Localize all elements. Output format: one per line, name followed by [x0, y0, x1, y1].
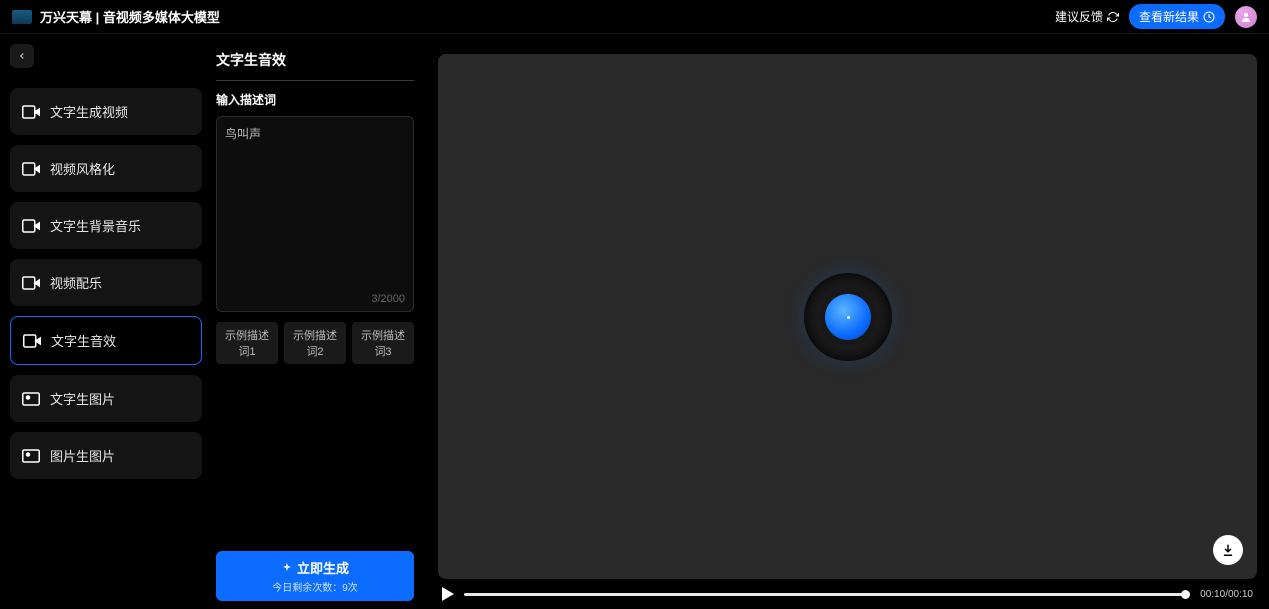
preview-area: 00:10/00:10 [418, 34, 1269, 609]
prompt-textarea-wrap: 3/2000 [216, 116, 414, 312]
person-icon [1240, 11, 1252, 23]
sidebar-item-label: 文字生音效 [51, 331, 116, 350]
sidebar-item-video-style[interactable]: 视频风格化 [10, 145, 202, 192]
generate-area: 立即生成 今日剩余次数：9次 [216, 551, 414, 601]
feedback-label: 建议反馈 [1055, 8, 1103, 25]
refresh-icon [1107, 11, 1119, 23]
sidebar-item-text-to-sfx[interactable]: 文字生音效 [10, 316, 202, 365]
speaker-core-icon [825, 294, 871, 340]
sidebar-item-video-soundtrack[interactable]: 视频配乐 [10, 259, 202, 306]
app-header: 万兴天幕 | 音视频多媒体大模型 建议反馈 查看新结果 [0, 0, 1269, 34]
time-display: 00:10/00:10 [1200, 589, 1253, 600]
play-button[interactable] [442, 587, 454, 601]
panel-title: 文字生音效 [212, 44, 418, 80]
download-button[interactable] [1213, 535, 1243, 565]
music-icon [22, 219, 40, 233]
header-left: 万兴天幕 | 音视频多媒体大模型 [12, 7, 220, 26]
sidebar-item-label: 视频配乐 [50, 273, 102, 292]
audio-visual-icon [804, 273, 892, 361]
main-area: 文字生成视频 视频风格化 文字生背景音乐 视频配乐 文字生音效 [0, 34, 1269, 609]
user-avatar[interactable] [1235, 6, 1257, 28]
sidebar-item-label: 视频风格化 [50, 159, 115, 178]
view-results-label: 查看新结果 [1139, 8, 1199, 25]
progress-slider[interactable] [464, 593, 1190, 596]
sidebar-item-image-to-image[interactable]: 图片生图片 [10, 432, 202, 479]
panel-divider [216, 80, 414, 81]
sidebar-item-label: 文字生成视频 [50, 102, 128, 121]
sidebar-item-label: 文字生图片 [50, 389, 115, 408]
preview-canvas [438, 54, 1257, 579]
image2image-icon [22, 449, 40, 463]
video-icon [22, 105, 40, 119]
sidebar-item-label: 文字生背景音乐 [50, 216, 141, 235]
input-label: 输入描述词 [212, 91, 418, 116]
progress-thumb[interactable] [1181, 590, 1190, 599]
char-count: 3/2000 [371, 293, 405, 305]
download-icon [1221, 543, 1235, 557]
sidebar-item-text-to-video[interactable]: 文字生成视频 [10, 88, 202, 135]
sparkle-icon [281, 562, 293, 574]
example-prompt-2[interactable]: 示例描述词2 [284, 322, 346, 364]
view-results-button[interactable]: 查看新结果 [1129, 4, 1225, 29]
feedback-link[interactable]: 建议反馈 [1055, 8, 1119, 25]
example-prompt-3[interactable]: 示例描述词3 [352, 322, 414, 364]
prompt-textarea[interactable] [225, 125, 405, 303]
sidebar-collapse-button[interactable] [10, 44, 34, 68]
example-prompt-1[interactable]: 示例描述词1 [216, 322, 278, 364]
example-row: 示例描述词1 示例描述词2 示例描述词3 [212, 312, 418, 374]
input-panel: 文字生音效 输入描述词 3/2000 示例描述词1 示例描述词2 示例描述词3 … [212, 34, 418, 609]
clock-icon [1203, 11, 1215, 23]
sfx-icon [23, 334, 41, 348]
soundtrack-icon [22, 276, 40, 290]
sidebar: 文字生成视频 视频风格化 文字生背景音乐 视频配乐 文字生音效 [0, 34, 212, 609]
style-icon [22, 162, 40, 176]
generate-sublabel: 今日剩余次数：9次 [272, 579, 358, 594]
chevron-left-icon [17, 51, 27, 61]
player-bar: 00:10/00:10 [438, 579, 1257, 601]
header-right: 建议反馈 查看新结果 [1055, 4, 1257, 29]
app-logo-icon [12, 10, 32, 24]
generate-button[interactable]: 立即生成 今日剩余次数：9次 [216, 551, 414, 601]
speaker-dot-icon [847, 316, 850, 319]
sidebar-item-label: 图片生图片 [50, 446, 115, 465]
image-icon [22, 392, 40, 406]
app-brand-title: 万兴天幕 | 音视频多媒体大模型 [40, 7, 220, 26]
generate-label: 立即生成 [281, 558, 349, 577]
sidebar-item-text-to-image[interactable]: 文字生图片 [10, 375, 202, 422]
sidebar-item-text-to-bgm[interactable]: 文字生背景音乐 [10, 202, 202, 249]
